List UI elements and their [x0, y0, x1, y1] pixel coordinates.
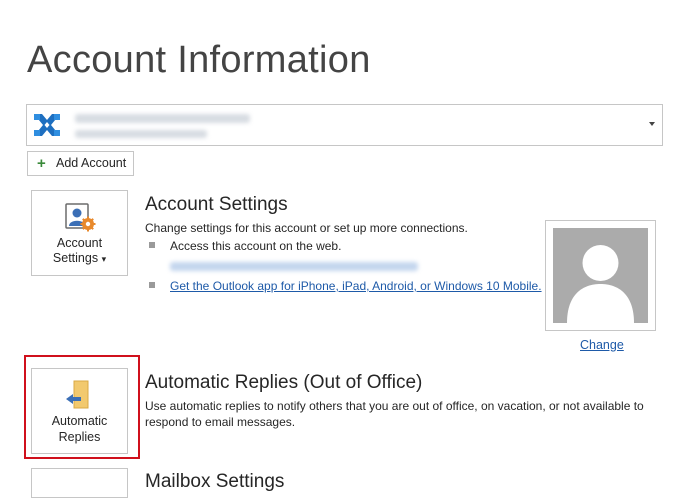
account-settings-title: Account Settings — [145, 194, 288, 215]
bullet-icon — [149, 282, 155, 288]
chevron-down-icon[interactable] — [649, 122, 655, 126]
avatar — [553, 228, 648, 323]
account-settings-tile-label-text: Settings — [52, 251, 99, 265]
automatic-replies-title: Automatic Replies (Out of Office) — [145, 372, 423, 393]
account-type-redacted — [75, 130, 207, 138]
person-silhouette-icon — [567, 245, 634, 323]
account-settings-button[interactable]: Account Settings ▾ — [31, 190, 128, 276]
plus-icon: + — [37, 155, 46, 172]
add-account-label: Add Account — [56, 156, 127, 170]
highlight-box — [24, 355, 140, 459]
automatic-replies-description-line2: respond to email messages. — [145, 415, 296, 429]
bullet-icon — [149, 242, 155, 248]
account-settings-tile-label-line2: Settings ▾ — [32, 251, 127, 267]
profile-photo — [545, 220, 656, 331]
page-title: Account Information — [27, 39, 371, 81]
account-settings-description: Change settings for this account or set … — [145, 221, 468, 235]
automatic-replies-description-line1: Use automatic replies to notify others t… — [145, 399, 644, 413]
change-photo-link[interactable]: Change — [580, 338, 624, 352]
account-settings-icon — [65, 203, 96, 232]
get-outlook-app-link[interactable]: Get the Outlook app for iPhone, iPad, An… — [170, 278, 542, 294]
chevron-down-icon: ▾ — [101, 254, 107, 264]
mailbox-settings-title: Mailbox Settings — [145, 471, 285, 492]
account-email-redacted — [75, 114, 250, 123]
mailbox-settings-button[interactable] — [31, 468, 128, 498]
account-selector-dropdown[interactable] — [26, 104, 663, 146]
access-web-text: Access this account on the web. — [170, 239, 342, 253]
add-account-button[interactable]: + Add Account — [27, 151, 134, 176]
account-settings-tile-label-line1: Account — [56, 236, 103, 250]
owa-url-link-redacted[interactable] — [170, 262, 418, 271]
exchange-icon — [31, 109, 63, 141]
